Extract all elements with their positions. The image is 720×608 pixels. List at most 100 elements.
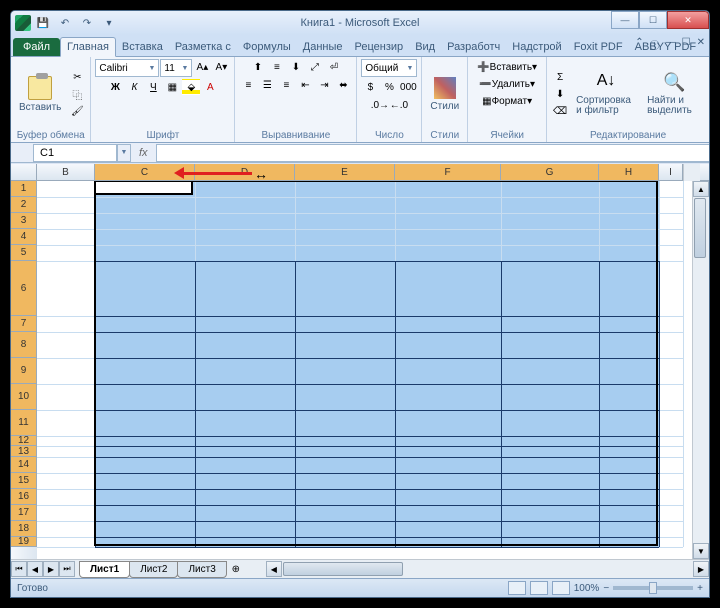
format-painter-button[interactable]: 🖌 <box>68 103 86 119</box>
sheet-nav-prev[interactable]: ◀ <box>27 561 43 577</box>
qat-undo[interactable]: ↶ <box>55 14 75 32</box>
fill-color-button[interactable]: ⬙ <box>182 79 200 95</box>
hscroll-thumb[interactable] <box>283 562 403 576</box>
zoom-out-button[interactable]: − <box>603 583 609 594</box>
select-all-button[interactable] <box>11 164 37 180</box>
vertical-scrollbar[interactable]: ▲ ▼ <box>692 181 709 559</box>
column-header-G[interactable]: G <box>501 164 599 180</box>
number-format-combo[interactable]: Общий▼ <box>361 59 417 77</box>
merge-button[interactable]: ⬌ <box>334 77 352 93</box>
delete-cells-button[interactable]: ➖ Удалить ▾ <box>474 76 540 92</box>
fill-button[interactable]: ⬇ <box>551 86 569 102</box>
qat-customize[interactable]: ▾ <box>99 14 119 32</box>
align-top-button[interactable]: ⬆ <box>249 59 267 75</box>
sheet-tab-1[interactable]: Лист1 <box>79 561 130 578</box>
shrink-font-button[interactable]: A▾ <box>212 59 230 75</box>
inc-decimal-button[interactable]: .0→ <box>371 97 389 113</box>
qat-redo[interactable]: ↷ <box>77 14 97 32</box>
cell-styles-button[interactable]: Стили <box>426 75 463 114</box>
row-header-4[interactable]: 4 <box>11 229 37 245</box>
qat-save[interactable]: 💾 <box>33 14 53 32</box>
border-button[interactable]: ▦ <box>163 79 181 95</box>
column-header-I[interactable]: I <box>659 164 683 180</box>
file-tab[interactable]: Файл <box>13 38 60 56</box>
scroll-down-button[interactable]: ▼ <box>693 543 709 559</box>
maximize-button[interactable]: ☐ <box>639 11 667 29</box>
align-center-button[interactable]: ☰ <box>258 77 276 93</box>
row-header-9[interactable]: 9 <box>11 358 37 384</box>
tab-data[interactable]: Данные <box>297 38 349 56</box>
doc-close-icon[interactable]: ✕ <box>697 37 705 52</box>
row-header-14[interactable]: 14 <box>11 457 37 473</box>
tab-layout[interactable]: Разметка с <box>169 38 237 56</box>
row-header-11[interactable]: 11 <box>11 410 37 436</box>
row-header-15[interactable]: 15 <box>11 473 37 489</box>
tab-review[interactable]: Рецензир <box>349 38 410 56</box>
row-header-5[interactable]: 5 <box>11 245 37 261</box>
cells-area[interactable] <box>37 181 692 559</box>
row-header-8[interactable]: 8 <box>11 332 37 358</box>
tab-view[interactable]: Вид <box>409 38 441 56</box>
sheet-nav-last[interactable]: ⏭ <box>59 561 75 577</box>
tab-addins[interactable]: Надстрой <box>506 38 567 56</box>
indent-inc-button[interactable]: ⇥ <box>315 77 333 93</box>
zoom-slider[interactable] <box>613 586 693 590</box>
active-cell[interactable] <box>94 181 193 195</box>
close-button[interactable]: ✕ <box>667 11 709 29</box>
row-header-6[interactable]: 6 <box>11 261 37 316</box>
formula-input[interactable] <box>156 144 709 162</box>
underline-button[interactable]: Ч <box>144 79 162 95</box>
align-bottom-button[interactable]: ⬇ <box>287 59 305 75</box>
horizontal-scrollbar[interactable]: ◀ ▶ <box>266 561 709 578</box>
format-cells-button[interactable]: ▦ Формат ▾ <box>477 93 537 109</box>
row-header-17[interactable]: 17 <box>11 505 37 521</box>
cut-button[interactable]: ✂ <box>68 69 86 85</box>
sheet-nav-next[interactable]: ▶ <box>43 561 59 577</box>
zoom-thumb[interactable] <box>649 582 657 594</box>
tab-foxit[interactable]: Foxit PDF <box>568 38 629 56</box>
doc-min-icon[interactable]: — <box>666 37 676 52</box>
scroll-right-button[interactable]: ▶ <box>693 561 709 577</box>
font-name-combo[interactable]: Calibri▼ <box>95 59 159 77</box>
column-header-F[interactable]: F <box>395 164 501 180</box>
font-size-combo[interactable]: 11▼ <box>160 59 192 77</box>
excel-icon[interactable] <box>15 15 31 31</box>
row-header-19[interactable]: 19 <box>11 537 37 547</box>
sheet-tab-3[interactable]: Лист3 <box>177 561 226 578</box>
scroll-left-button[interactable]: ◀ <box>266 561 282 577</box>
new-sheet-button[interactable]: ⊕ <box>226 561 246 578</box>
align-middle-button[interactable]: ≡ <box>268 59 286 75</box>
comma-button[interactable]: 000 <box>399 79 417 95</box>
view-layout-button[interactable] <box>530 581 548 595</box>
tab-developer[interactable]: Разработч <box>441 38 506 56</box>
grow-font-button[interactable]: A▴ <box>193 59 211 75</box>
tab-home[interactable]: Главная <box>60 37 116 57</box>
minimize-button[interactable]: — <box>611 11 639 29</box>
zoom-in-button[interactable]: + <box>697 583 703 594</box>
copy-button[interactable]: ⿻ <box>68 86 86 102</box>
row-header-13[interactable]: 13 <box>11 446 37 457</box>
tab-formulas[interactable]: Формулы <box>237 38 297 56</box>
insert-cells-button[interactable]: ➕ Вставить ▾ <box>472 59 542 75</box>
row-header-16[interactable]: 16 <box>11 489 37 505</box>
vscroll-thumb[interactable] <box>694 198 706 258</box>
view-break-button[interactable] <box>552 581 570 595</box>
column-header-B[interactable]: B <box>37 164 95 180</box>
scroll-up-button[interactable]: ▲ <box>693 181 709 197</box>
sheet-tab-2[interactable]: Лист2 <box>129 561 178 578</box>
percent-button[interactable]: % <box>380 79 398 95</box>
row-header-3[interactable]: 3 <box>11 213 37 229</box>
bold-button[interactable]: Ж <box>106 79 124 95</box>
find-select-button[interactable]: 🔍 Найти и выделить <box>643 70 705 118</box>
view-normal-button[interactable] <box>508 581 526 595</box>
row-header-1[interactable]: 1 <box>11 181 37 197</box>
row-header-18[interactable]: 18 <box>11 521 37 537</box>
align-left-button[interactable]: ≡ <box>239 77 257 93</box>
paste-button[interactable]: Вставить <box>15 74 65 115</box>
row-header-12[interactable]: 12 <box>11 436 37 446</box>
row-header-7[interactable]: 7 <box>11 316 37 332</box>
tab-insert[interactable]: Вставка <box>116 38 169 56</box>
name-box-dropdown[interactable]: ▼ <box>117 144 131 162</box>
currency-button[interactable]: $ <box>361 79 379 95</box>
row-header-2[interactable]: 2 <box>11 197 37 213</box>
